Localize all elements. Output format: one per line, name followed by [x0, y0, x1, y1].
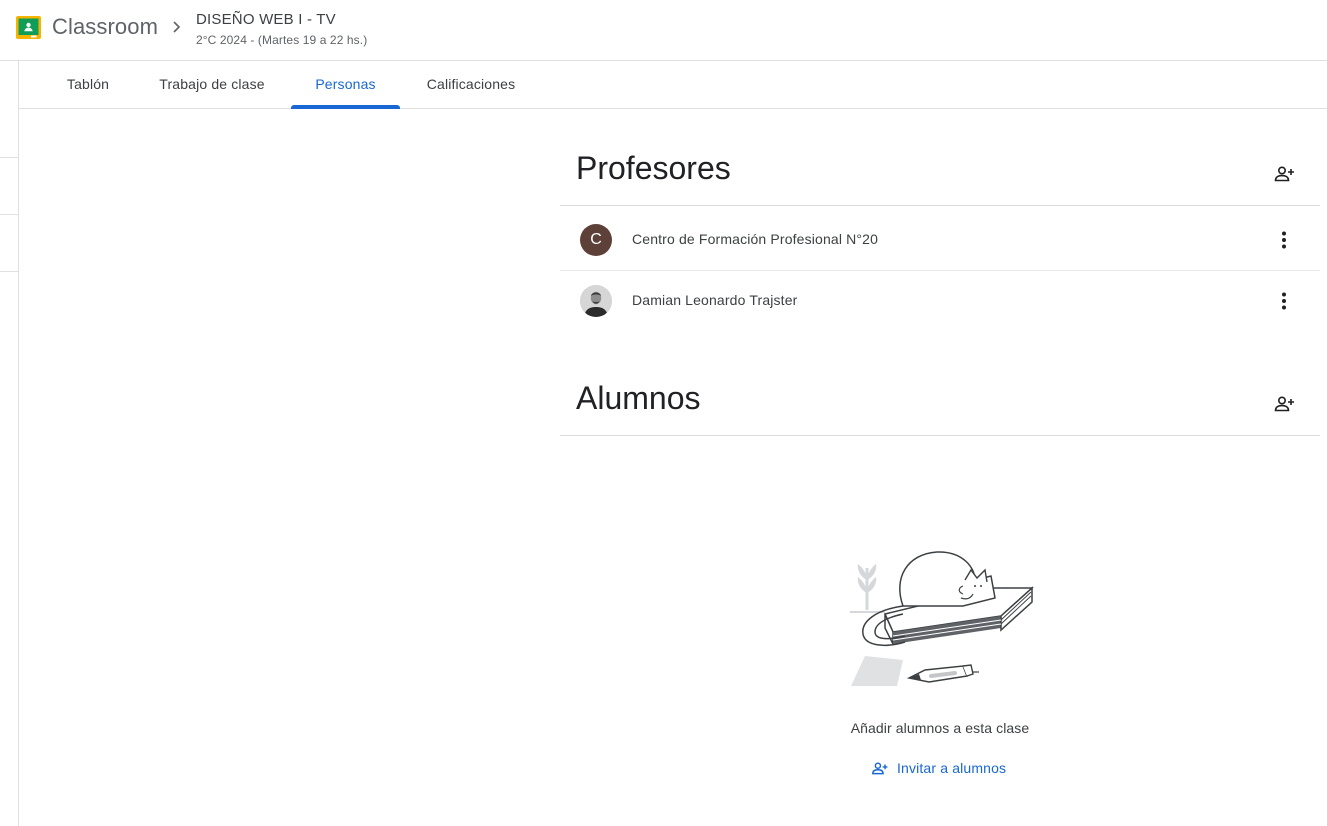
section-divider: [560, 205, 1320, 206]
avatar[interactable]: [580, 285, 612, 317]
left-rail: [0, 61, 19, 826]
active-tab-indicator: [291, 105, 400, 109]
teacher-name: Damian Leonardo Trajster: [632, 292, 798, 308]
chevron-right-icon: [170, 18, 184, 36]
person-add-icon: [872, 761, 888, 774]
avatar-initial: C: [590, 231, 602, 248]
teachers-heading: Profesores: [576, 150, 731, 186]
profile-photo-icon: [580, 285, 612, 317]
class-section: 2°C 2024 - (Martes 19 a 22 hs.): [196, 33, 368, 47]
tab-label: Tablón: [66, 76, 110, 92]
app-title[interactable]: Classroom: [52, 14, 158, 40]
more-vert-icon: [1282, 292, 1286, 310]
tab-bar: Tablón Trabajo de clase Personas Calific…: [19, 61, 1327, 109]
add-teacher-button[interactable]: [1269, 159, 1299, 189]
teacher-row: Damian Leonardo Trajster: [560, 270, 1320, 332]
more-vert-icon: [1282, 231, 1286, 249]
rail-divider: [0, 271, 18, 272]
tab-label: Calificaciones: [426, 76, 516, 92]
empty-state-message: Añadir alumnos a esta clase: [850, 720, 1030, 736]
top-bar: Classroom DISEÑO WEB I - TV 2°C 2024 - (…: [0, 0, 1327, 61]
person-add-icon: [1274, 166, 1294, 182]
tab-personas[interactable]: Personas: [291, 61, 400, 109]
more-options-button[interactable]: [1269, 225, 1299, 255]
teacher-row: C Centro de Formación Profesional N°20: [560, 209, 1320, 271]
more-options-button[interactable]: [1269, 286, 1299, 316]
teacher-name: Centro de Formación Profesional N°20: [632, 231, 879, 247]
person-add-icon: [1274, 396, 1294, 412]
section-divider: [560, 435, 1320, 436]
tab-label: Trabajo de clase: [159, 76, 265, 92]
invite-students-label: Invitar a alumnos: [897, 760, 1007, 776]
classroom-logo-icon[interactable]: [16, 16, 41, 39]
rail-divider: [0, 214, 18, 215]
rail-divider: [0, 157, 18, 158]
tab-tablon[interactable]: Tablón: [43, 61, 133, 108]
empty-state-illustration: [845, 548, 1035, 688]
avatar[interactable]: C: [580, 224, 612, 256]
class-name[interactable]: DISEÑO WEB I - TV: [196, 11, 336, 28]
invite-students-link[interactable]: Invitar a alumnos: [870, 758, 1006, 778]
tab-trabajo-de-clase[interactable]: Trabajo de clase: [147, 61, 277, 108]
tab-calificaciones[interactable]: Calificaciones: [415, 61, 527, 108]
add-student-button[interactable]: [1269, 389, 1299, 419]
tab-label: Personas: [315, 76, 376, 92]
students-heading: Alumnos: [576, 380, 701, 416]
